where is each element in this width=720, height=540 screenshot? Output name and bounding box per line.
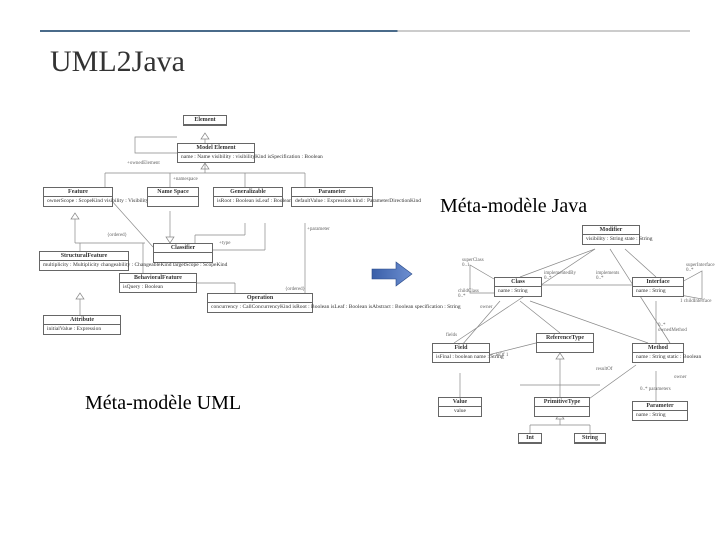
java-modifier: Modifier xyxy=(583,226,639,235)
java-superclass: superClass 0..1 xyxy=(462,258,484,268)
java-interface-attrs: name : String xyxy=(633,287,683,296)
java-parameters: 0..* parameters xyxy=(640,387,671,392)
uml-parameter-role: +parameter xyxy=(307,227,330,232)
java-int: Int xyxy=(519,434,541,443)
java-string: String xyxy=(575,434,605,443)
java-referencetype: ReferenceType xyxy=(537,334,593,343)
uml-metamodel-diagram: Element Model Element name : Name visibi… xyxy=(35,115,375,370)
uml-behavioral-attrs: isQuery : Boolean xyxy=(120,283,196,292)
java-modifier-attrs: visibility : String state : String xyxy=(583,235,639,244)
uml-structural-attrs: multiplicity : Multiplicity changeabilit… xyxy=(40,261,128,270)
uml-classifier: Classifier xyxy=(154,244,212,253)
java-implementedby: implementedBy 0..* xyxy=(544,271,576,281)
java-ownedmethod: 0..* ownedMethod xyxy=(658,323,687,333)
uml-generalizable-attrs: isRoot : Boolean isLeaf : Boolean isAbst… xyxy=(214,197,282,206)
java-method: Method xyxy=(633,344,683,353)
page-title: UML2Java xyxy=(50,45,185,79)
uml-feature: Feature xyxy=(44,188,112,197)
uml-type-role: +type xyxy=(219,241,230,246)
uml-operation: Operation xyxy=(208,294,312,303)
uml-structural: StructuralFeature xyxy=(40,252,128,261)
java-value: Value xyxy=(439,398,481,407)
java-owner2: owner xyxy=(674,375,687,380)
java-field-attrs: isFinal : boolean name : String xyxy=(433,353,489,362)
uml-element: Element xyxy=(184,116,226,125)
java-resultof: resultOf xyxy=(596,367,612,372)
uml-modelelement-attrs: name : Name visibility : visibilityKind … xyxy=(178,153,254,162)
uml-ownedelement: +ownedElement xyxy=(127,161,160,166)
uml-namespace: Name Space xyxy=(148,188,198,197)
uml-ordered2: {ordered} xyxy=(285,287,305,292)
java-superinterface: superInterface 0..* xyxy=(686,263,715,273)
java-childinterface: 1 childInterface xyxy=(680,299,712,304)
uml-generalizable: Generalizable xyxy=(214,188,282,197)
java-primitivetype: PrimitiveType xyxy=(535,398,589,407)
uml-modelelement: Model Element xyxy=(178,144,254,153)
java-interface: Interface xyxy=(633,278,683,287)
uml-feature-attrs: ownerScope : ScopeKind visibility : Visi… xyxy=(44,197,112,206)
java-method-attrs: name : String static : Boolean xyxy=(633,353,683,362)
uml-attribute: Attribute xyxy=(44,316,120,325)
uml-ordered1: {ordered} xyxy=(107,233,127,238)
java-class-attrs: name : String xyxy=(495,287,541,296)
java-value-attrs: value xyxy=(439,407,481,416)
uml-attribute-attrs: initialValue : Expression xyxy=(44,325,120,334)
java-implements: implements 0..* xyxy=(596,271,619,281)
java-parameter-attrs: name : String xyxy=(633,411,687,420)
java-isof: isOf 1 xyxy=(496,353,508,358)
uml-parameter-attrs: defaultValue : Expression kind : Paramet… xyxy=(292,197,372,206)
uml-operation-attrs: concurrency : CallConcurrencyKind isRoot… xyxy=(208,303,312,312)
uml-namespace-role: +namespace xyxy=(173,177,198,182)
label-uml: Méta-modèle UML xyxy=(85,392,241,415)
uml-parameter: Parameter xyxy=(292,188,372,197)
title-rule xyxy=(40,30,690,32)
uml-behavioral: BehavioralFeature xyxy=(120,274,196,283)
java-owner: owner xyxy=(480,305,493,310)
java-childclass: childClass 0..* xyxy=(458,289,479,299)
java-metamodel-diagram: Modifier visibility : String state : Str… xyxy=(410,225,710,450)
label-java: Méta-modèle Java xyxy=(440,195,587,218)
java-field: Field xyxy=(433,344,489,353)
transform-arrow-icon xyxy=(370,260,414,288)
java-parameter: Parameter xyxy=(633,402,687,411)
java-class: Class xyxy=(495,278,541,287)
java-fields: fields xyxy=(446,333,457,338)
